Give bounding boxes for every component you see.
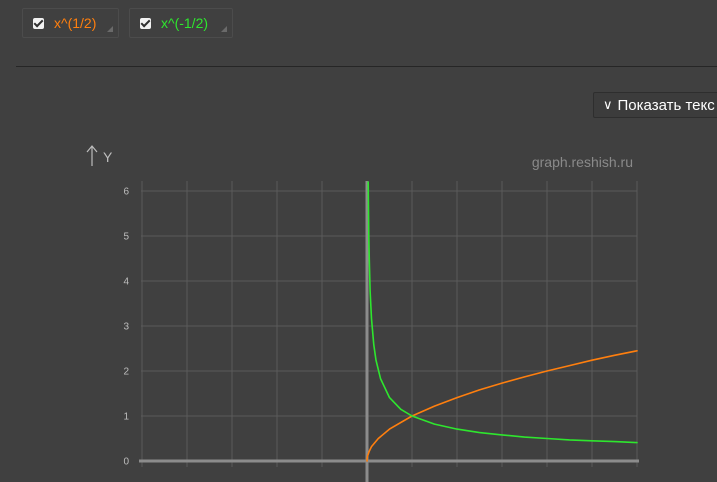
y-ticks: 0 1 2 3 4 5 6 <box>123 187 129 468</box>
y-tick-label: 6 <box>123 187 129 198</box>
grid <box>141 181 638 467</box>
series-line-inverse-sqrt <box>367 181 638 444</box>
y-tick-label: 4 <box>123 277 129 288</box>
y-tick-label: 2 <box>123 367 129 378</box>
y-tick-label: 1 <box>123 412 129 423</box>
watermark: graph.reshish.ru <box>532 154 633 170</box>
y-tick-label: 0 <box>123 457 129 468</box>
y-axis-label: Y <box>103 149 113 165</box>
chart: Y graph.reshish.ru 0 1 2 3 4 5 6 <box>86 145 639 482</box>
y-axis-arrow-icon <box>86 145 98 166</box>
y-tick-label: 3 <box>123 322 129 333</box>
y-tick-label: 5 <box>123 232 129 243</box>
axes <box>139 181 639 482</box>
